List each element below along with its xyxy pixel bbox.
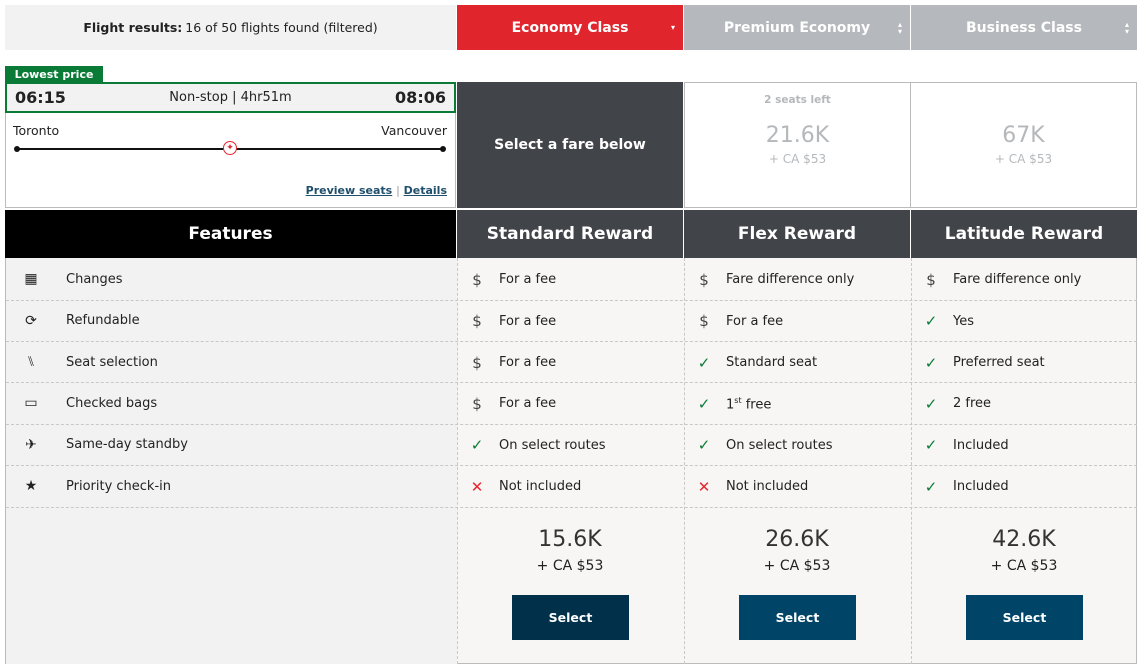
check-icon: ✓ xyxy=(923,478,939,496)
cabin-tab-0[interactable]: Economy Class▾ xyxy=(457,5,683,50)
fare-header: Standard Reward xyxy=(457,210,683,258)
dollar-icon: $ xyxy=(696,271,712,289)
dollar-icon: $ xyxy=(469,312,485,330)
feature-cell: $For a fee xyxy=(457,300,683,342)
origin-dot xyxy=(14,146,20,152)
feature-cell: ✕Not included xyxy=(457,466,683,508)
feature-cell: $Fare difference only xyxy=(911,259,1137,301)
bag-icon: ▭ xyxy=(22,395,40,411)
feature-cell: ✓Included xyxy=(911,425,1137,467)
sort-arrow-icon: ▾ xyxy=(671,24,675,31)
destination-city: Vancouver xyxy=(381,123,447,138)
check-icon: ✓ xyxy=(923,436,939,454)
cabin-tab-2[interactable]: Business Class▴▾ xyxy=(911,5,1137,50)
results-summary: Flight results:16 of 50 flights found (f… xyxy=(5,5,456,50)
fare-footer: 42.6K+ CA $53Select xyxy=(911,507,1137,664)
standby-icon: ✈ xyxy=(22,437,40,453)
lowest-price-badge: Lowest price xyxy=(5,66,103,82)
sort-arrow-icon: ▴▾ xyxy=(1125,21,1129,35)
airline-logo-icon: ✦ xyxy=(223,141,237,155)
premium-economy-price[interactable]: 2 seats left 21.6K + CA $53 xyxy=(684,82,911,208)
details-link[interactable]: Details xyxy=(404,184,447,197)
feature-cell: $For a fee xyxy=(684,300,910,342)
feature-cell: ✕Not included xyxy=(684,466,910,508)
select-button[interactable]: Select xyxy=(966,595,1083,640)
feature-cell: $For a fee xyxy=(457,259,683,301)
calendar-icon: ▦ xyxy=(22,271,40,287)
feature-cell: ✓On select routes xyxy=(457,425,683,467)
check-icon: ✓ xyxy=(696,354,712,372)
cross-icon: ✕ xyxy=(469,478,485,496)
flight-links: Preview seats | Details xyxy=(306,184,447,197)
dollar-icon: $ xyxy=(923,271,939,289)
dollar-icon: $ xyxy=(469,395,485,413)
flight-summary: Non-stop | 4hr51m xyxy=(169,90,291,105)
cross-icon: ✕ xyxy=(696,478,712,496)
dollar-icon: $ xyxy=(696,312,712,330)
flight-times: 06:15 Non-stop | 4hr51m 08:06 xyxy=(5,82,456,113)
dollar-icon: $ xyxy=(469,271,485,289)
fare-header: Flex Reward xyxy=(684,210,910,258)
feature-cell: ✓Standard seat xyxy=(684,342,910,384)
check-icon: ✓ xyxy=(696,436,712,454)
origin-city: Toronto xyxy=(13,123,59,138)
feature-cell: ✓On select routes xyxy=(684,425,910,467)
feature-cell: ✓Yes xyxy=(911,300,1137,342)
destination-dot xyxy=(440,146,446,152)
select-button[interactable]: Select xyxy=(512,595,629,640)
feature-cell: $For a fee xyxy=(457,383,683,425)
feature-cell: ✓2 free xyxy=(911,383,1137,425)
economy-fare-prompt[interactable]: Select a fare below xyxy=(457,82,683,208)
feature-cell: ✓1st free xyxy=(684,383,910,425)
check-icon: ✓ xyxy=(923,395,939,413)
business-class-price[interactable]: 67K + CA $53 xyxy=(910,82,1137,208)
preview-seats-link[interactable]: Preview seats xyxy=(306,184,393,197)
check-icon: ✓ xyxy=(469,436,485,454)
cabin-tab-1[interactable]: Premium Economy▴▾ xyxy=(684,5,910,50)
refund-icon: ⟳ xyxy=(22,313,40,329)
feature-cell: $For a fee xyxy=(457,342,683,384)
check-icon: ✓ xyxy=(696,395,712,413)
dollar-icon: $ xyxy=(469,354,485,372)
priority-icon: ★ xyxy=(22,478,40,494)
features-header: Features xyxy=(5,210,456,258)
fare-footer: 15.6K+ CA $53Select xyxy=(457,507,683,664)
check-icon: ✓ xyxy=(923,354,939,372)
feature-cell: ✓Included xyxy=(911,466,1137,508)
feature-cell: ✓Preferred seat xyxy=(911,342,1137,384)
fare-footer: 26.6K+ CA $53Select xyxy=(684,507,910,664)
fare-header: Latitude Reward xyxy=(911,210,1137,258)
check-icon: ✓ xyxy=(923,312,939,330)
feature-cell: $Fare difference only xyxy=(684,259,910,301)
sort-arrow-icon: ▴▾ xyxy=(898,21,902,35)
arrive-time: 08:06 xyxy=(395,88,446,107)
seat-icon: ⑊ xyxy=(22,354,40,370)
depart-time: 06:15 xyxy=(15,88,66,107)
select-button[interactable]: Select xyxy=(739,595,856,640)
